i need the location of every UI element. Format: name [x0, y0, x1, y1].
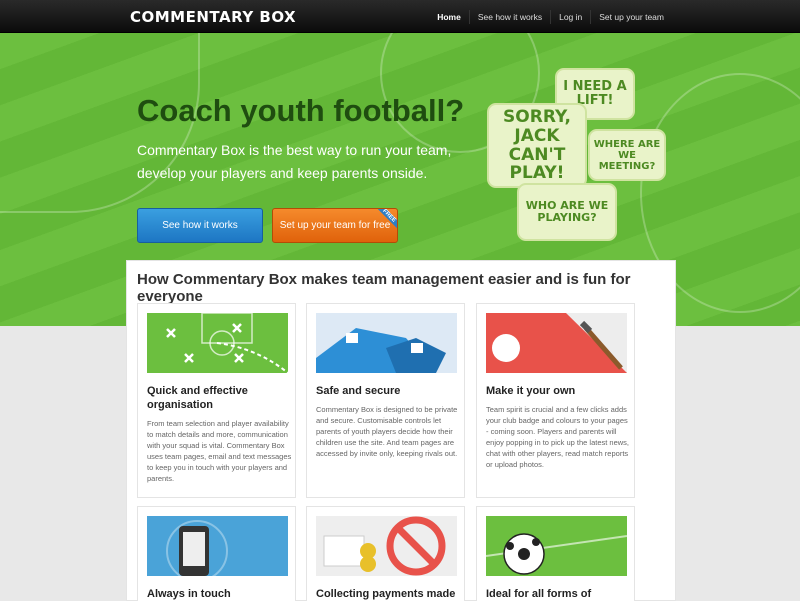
see-how-it-works-button[interactable]: See how it works — [137, 208, 263, 243]
card-title: Quick and effective organisation — [147, 385, 248, 411]
feature-card: Quick and effective organisation From te… — [137, 303, 296, 498]
feature-card: Make it your own Team spirit is crucial … — [476, 303, 635, 498]
pitch-tactics-icon — [166, 313, 288, 373]
card-text: Team spirit is crucial and a few clicks … — [486, 405, 630, 469]
top-navigation-bar: COMMENTARY BOX Home See how it works Log… — [0, 0, 800, 33]
button-label: See how it works — [162, 220, 238, 231]
feature-card: Always in touch — [137, 506, 296, 601]
feature-card: Ideal for all forms of — [476, 506, 635, 601]
phone-illustration — [147, 516, 288, 576]
payments-illustration — [316, 516, 457, 576]
card-text: Commentary Box is designed to be private… — [316, 405, 458, 458]
padlock-shirts-icon — [316, 328, 446, 373]
security-illustration — [316, 313, 457, 373]
set-up-team-button[interactable]: Set up your team for free FREE — [272, 208, 398, 243]
no-cash-icon — [323, 516, 446, 576]
features-title: How Commentary Box makes team management… — [137, 271, 631, 305]
card-text: From team selection and player availabil… — [147, 419, 292, 483]
card-title: Ideal for all forms of — [486, 588, 592, 600]
hero-title: Coach youth football? — [137, 93, 465, 128]
nav-set-up-team[interactable]: Set up your team — [590, 9, 672, 24]
paint-illustration — [486, 313, 627, 373]
feature-card: Collecting payments made — [306, 506, 465, 601]
speech-bubble: WHERE ARE WE MEETING? — [588, 129, 666, 181]
features-panel: How Commentary Box makes team management… — [126, 260, 676, 601]
feature-card: Safe and secure Commentary Box is design… — [306, 303, 465, 498]
hero-subtitle: Commentary Box is the best way to run yo… — [137, 142, 452, 181]
football-illustration — [486, 516, 627, 576]
football-icon — [486, 533, 627, 575]
button-label: Set up your team for free — [279, 220, 391, 231]
nav-see-how-it-works[interactable]: See how it works — [468, 9, 550, 24]
card-title: Collecting payments made — [316, 588, 456, 600]
main-nav: Home See how it works Log in Set up your… — [429, 0, 672, 33]
speech-bubble: SORRY, JACK CAN'T PLAY! — [487, 103, 587, 188]
pitch-tactics-illustration — [147, 313, 288, 373]
speech-bubble: WHO ARE WE PLAYING? — [517, 183, 617, 241]
card-title: Always in touch — [147, 588, 231, 600]
nav-home[interactable]: Home — [429, 10, 469, 24]
card-title: Safe and secure — [316, 385, 401, 397]
phone-icon — [166, 520, 228, 576]
card-title: Make it your own — [486, 385, 576, 397]
nav-log-in[interactable]: Log in — [550, 9, 590, 24]
site-logo[interactable]: COMMENTARY BOX — [130, 8, 296, 26]
paintbrush-icon — [486, 313, 627, 373]
